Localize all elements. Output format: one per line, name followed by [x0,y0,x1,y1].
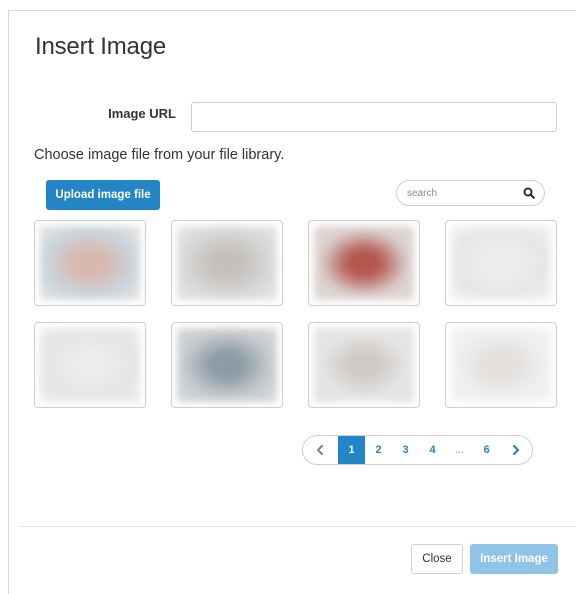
library-image-6[interactable] [171,322,283,408]
chevron-left-icon [316,444,324,456]
pagination: 1 2 3 4 ... 6 [302,435,533,465]
search-input[interactable] [407,184,517,202]
pagination-next-button[interactable] [501,436,531,464]
page-ellipsis: ... [454,444,465,456]
library-image-1[interactable] [34,220,146,306]
insert-image-button[interactable]: Insert Image [470,544,558,574]
search-box[interactable] [396,180,545,206]
upload-image-button[interactable]: Upload image file [46,180,160,210]
page-3-button[interactable]: 3 [392,436,419,464]
library-image-2[interactable] [171,220,283,306]
library-image-7[interactable] [308,322,420,408]
close-button[interactable]: Close [411,544,463,574]
image-url-label: Image URL [108,106,176,121]
image-url-input[interactable] [191,102,557,132]
footer-divider [19,526,576,527]
insert-image-dialog: Insert Image Image URL Choose image file… [8,10,576,594]
library-image-3[interactable] [308,220,420,306]
page-2-button[interactable]: 2 [365,436,392,464]
library-instructions: Choose image file from your file library… [34,147,285,163]
page-1-button[interactable]: 1 [338,436,365,464]
library-image-5[interactable] [34,322,146,408]
page-4-button[interactable]: 4 [419,436,446,464]
library-image-8[interactable] [445,322,557,408]
library-image-4[interactable] [445,220,557,306]
pagination-prev-button[interactable] [305,436,335,464]
chevron-right-icon [512,444,520,456]
page-6-button[interactable]: 6 [473,436,500,464]
dialog-title: Insert Image [35,33,166,60]
search-icon[interactable] [523,187,535,199]
